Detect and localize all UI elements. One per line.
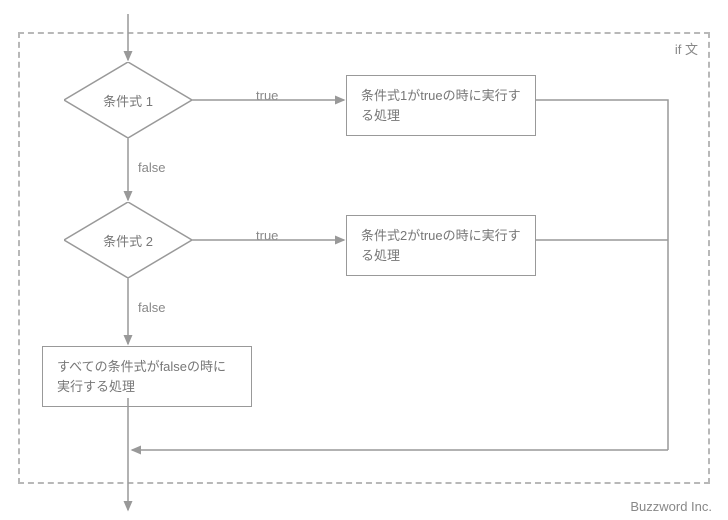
decision-2-label: 条件式 2 xyxy=(103,231,153,250)
decision-1: 条件式 1 xyxy=(64,62,192,138)
process-true-1: 条件式1がtrueの時に実行する処理 xyxy=(346,75,536,136)
frame-title: if 文 xyxy=(675,39,698,58)
decision-1-label: 条件式 1 xyxy=(103,91,153,110)
process-true-1-text: 条件式1がtrueの時に実行する処理 xyxy=(361,88,521,123)
footer-attribution: Buzzword Inc. xyxy=(630,499,712,514)
edge-label-true-2: true xyxy=(254,228,280,243)
edge-label-false-2: false xyxy=(136,300,167,315)
process-true-2: 条件式2がtrueの時に実行する処理 xyxy=(346,215,536,276)
decision-2: 条件式 2 xyxy=(64,202,192,278)
process-else-text: すべての条件式がfalseの時に実行する処理 xyxy=(57,359,226,394)
edge-label-false-1: false xyxy=(136,160,167,175)
process-true-2-text: 条件式2がtrueの時に実行する処理 xyxy=(361,228,521,263)
edge-label-true-1: true xyxy=(254,88,280,103)
process-else: すべての条件式がfalseの時に実行する処理 xyxy=(42,346,252,407)
